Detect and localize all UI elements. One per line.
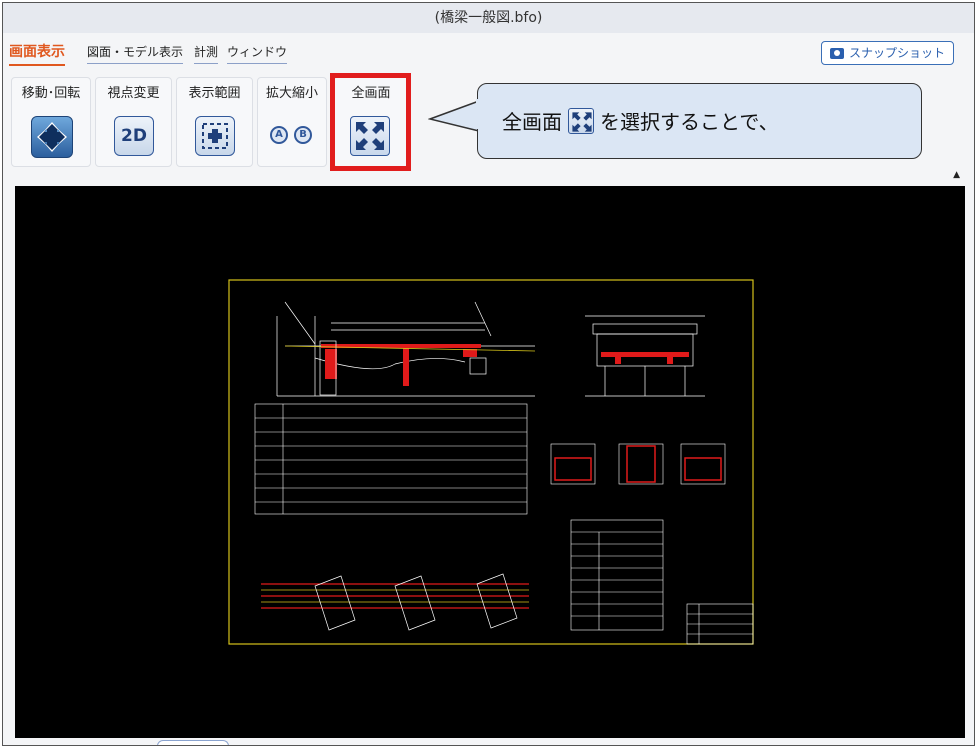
side-view-red [321, 344, 481, 386]
plan-view [261, 583, 529, 609]
tool-group-display-range: 表示範囲 [176, 77, 253, 167]
title-block [686, 603, 754, 645]
move-arrows-icon[interactable] [31, 116, 73, 158]
tool-label-view-change: 視点変更 [107, 86, 160, 101]
tool-label-move-rotate: 移動･回転 [21, 86, 81, 101]
tool-label-display-range: 表示範囲 [188, 86, 241, 101]
tool-group-zoom: 拡大縮小 A B [257, 77, 327, 167]
callout-seam [476, 99, 480, 129]
menu-item-drawing-model-display[interactable]: 図面・モデル表示 [87, 43, 184, 64]
menu-item-window[interactable]: ウィンドウ [227, 43, 288, 64]
abutment-right [469, 357, 487, 375]
camera-icon [829, 47, 844, 59]
callout-text-before: 全画面 [502, 110, 562, 134]
snapshot-label: スナップショット [848, 46, 945, 60]
bridge-drawing [228, 279, 754, 645]
menu-item-screen-display[interactable]: 画面表示 [9, 41, 65, 66]
callout-text: 全画面 を選択することで、 [502, 106, 779, 135]
tool-group-view-change: 視点変更 2D [95, 77, 172, 167]
callout-text-after: を選択することで、 [600, 110, 779, 134]
snapshot-button[interactable]: スナップショット [820, 41, 954, 65]
view-2d-icon[interactable]: 2D [114, 116, 154, 156]
pier-details [550, 443, 726, 485]
zoom-b-icon[interactable]: B [294, 126, 312, 144]
tool-label-zoom: 拡大縮小 [265, 86, 318, 101]
callout-pointer [428, 100, 480, 132]
menu-item-measure[interactable]: 計測 [194, 43, 219, 64]
display-range-icon[interactable] [195, 116, 235, 156]
menu-bar: 画面表示 図面・モデル表示 計測 ウィンドウ スナップショット [3, 33, 974, 69]
instruction-callout: 全画面 を選択することで、 [477, 83, 922, 159]
spec-table [570, 519, 664, 631]
bottom-tab[interactable] [157, 740, 229, 745]
callout-fullscreen-icon [568, 107, 594, 134]
cross-section-red [601, 352, 689, 364]
collapse-ribbon-icon[interactable]: ▲ [953, 170, 960, 180]
drawing-viewport[interactable] [15, 186, 965, 738]
window-title: (橋梁一般図.bfo) [3, 3, 974, 33]
drawing-sheet-border [228, 279, 754, 645]
data-table [254, 403, 528, 515]
app-window: (橋梁一般図.bfo) 画面表示 図面・モデル表示 計測 ウィンドウ スナップシ… [2, 2, 975, 746]
zoom-a-icon[interactable]: A [270, 126, 288, 144]
pier-details-red [554, 445, 722, 483]
tool-group-move-rotate: 移動･回転 [11, 77, 91, 167]
fullscreen-highlight-box [330, 73, 411, 171]
